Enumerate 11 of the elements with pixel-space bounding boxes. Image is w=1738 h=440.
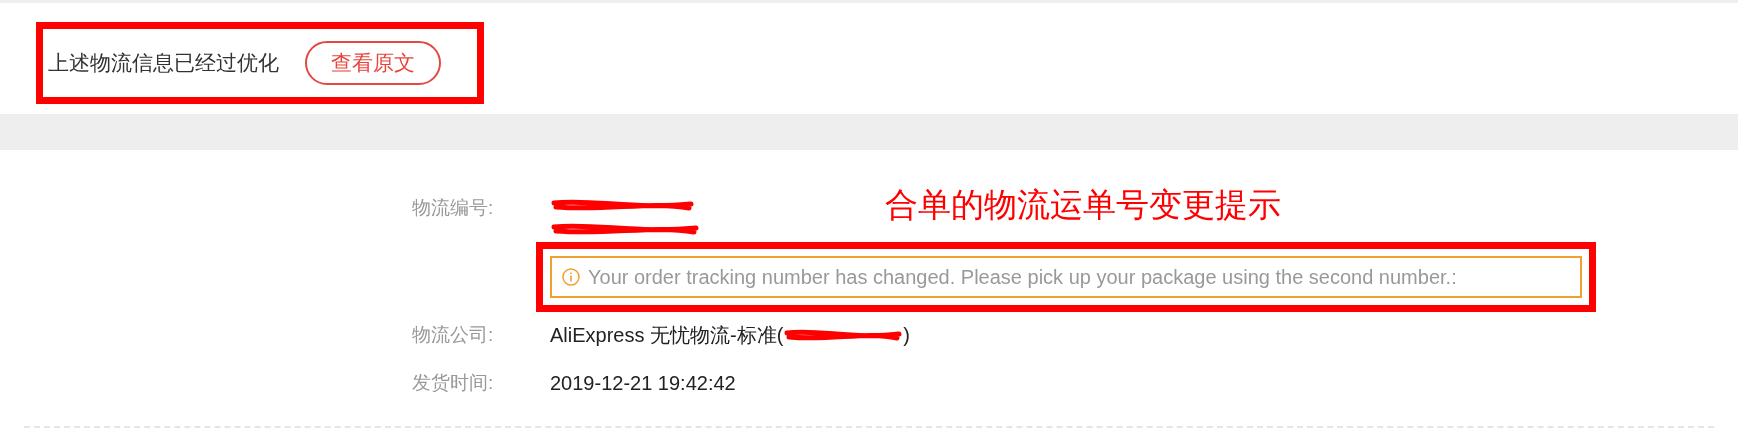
annotation-note: 合单的物流运单号变更提示 xyxy=(885,184,1281,226)
ship-date: 2019-12-21 19:42:42 xyxy=(550,371,736,396)
tracking-label: 物流编号: xyxy=(412,196,495,220)
company-label: 物流公司: xyxy=(412,322,495,347)
company-name: AliExpress 无忧物流-标准( xyxy=(550,323,784,348)
notice-text: Your order tracking number has changed. Please pick up your package using the second number.: xyxy=(588,265,1457,290)
view-original-button[interactable]: 查看原文 xyxy=(305,41,441,85)
company-suffix: ) xyxy=(903,323,911,348)
optimization-text: 上述物流信息已经过优化 xyxy=(48,50,279,77)
info-icon xyxy=(562,268,580,286)
ship-date-label: 发货时间: xyxy=(412,370,495,395)
